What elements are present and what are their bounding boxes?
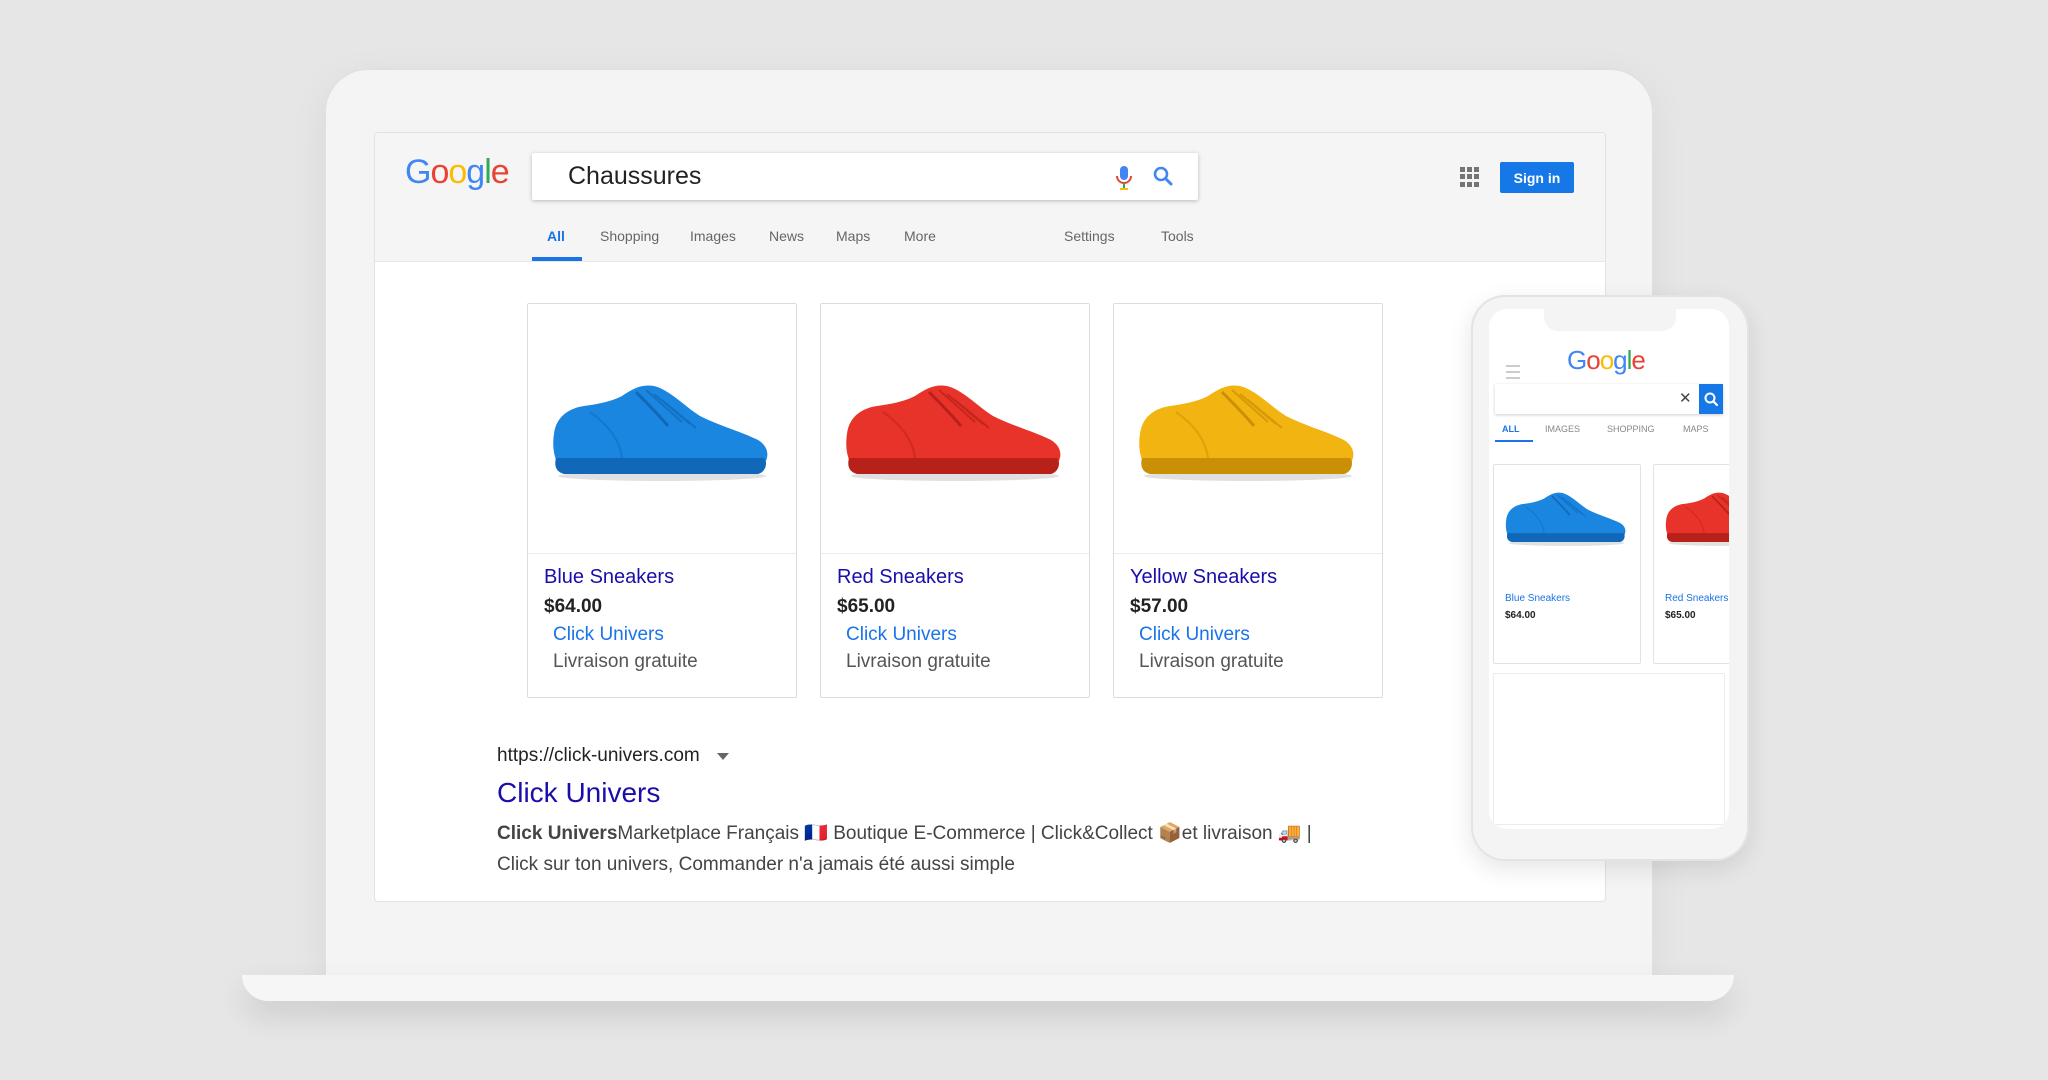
product-image[interactable] [1114, 304, 1382, 554]
product-card[interactable]: Blue Sneakers $64.00 Click Univers Livra… [527, 303, 797, 698]
mobile-tab-all[interactable]: ALL [1502, 424, 1520, 434]
product-title[interactable]: Yellow Sneakers [1130, 566, 1277, 589]
mobile-tab-images[interactable]: IMAGES [1545, 424, 1580, 434]
mobile-search-box[interactable]: ✕ [1495, 384, 1723, 414]
product-shipping: Livraison gratuite [846, 651, 991, 672]
mobile-product-price: $65.00 [1665, 610, 1696, 621]
mobile-product-title[interactable]: Blue Sneakers [1505, 593, 1570, 604]
result-title-link[interactable]: Click Univers [497, 777, 660, 809]
tab-shopping[interactable]: Shopping [600, 228, 659, 244]
product-price: $65.00 [837, 596, 896, 617]
product-image[interactable] [528, 304, 796, 554]
product-shipping: Livraison gratuite [553, 651, 698, 672]
menu-icon[interactable] [1506, 365, 1520, 379]
product-price: $64.00 [544, 596, 603, 617]
mobile-tab-shopping[interactable]: SHOPPING [1607, 424, 1655, 434]
tab-more[interactable]: More [904, 228, 936, 244]
product-store[interactable]: Click Univers [553, 624, 664, 646]
result-snippet: Click UniversMarketplace Français 🇫🇷 Bou… [497, 818, 1377, 880]
tab-images[interactable]: Images [690, 228, 736, 244]
result-url[interactable]: https://click-univers.com [497, 745, 700, 767]
search-input[interactable]: Chaussures [568, 162, 701, 191]
active-tab-indicator [532, 257, 582, 261]
snippet-line-2: Click sur ton univers, Commander n'a jam… [497, 854, 1015, 875]
sign-in-button[interactable]: Sign in [1500, 162, 1574, 193]
phone-frame: Google ✕ ALL IMAGES SHOPPING MAPS Blue S… [1471, 295, 1749, 861]
phone-notch [1544, 309, 1676, 331]
laptop-base [242, 975, 1734, 1001]
sneaker-image [1665, 492, 1729, 546]
sneaker-image [846, 385, 1061, 481]
product-card[interactable]: Yellow Sneakers $57.00 Click Univers Liv… [1113, 303, 1383, 698]
product-card[interactable]: Red Sneakers $65.00 Click Univers Livrai… [820, 303, 1090, 698]
search-icon[interactable] [1151, 164, 1175, 188]
product-title[interactable]: Blue Sneakers [544, 566, 674, 589]
tab-settings[interactable]: Settings [1064, 228, 1115, 244]
search-header: Google Chaussures Sign in All Shopping I… [375, 133, 1605, 262]
mobile-product-title[interactable]: Red Sneakers [1665, 593, 1728, 604]
sneaker-image [1505, 492, 1626, 546]
microphone-icon[interactable] [1114, 165, 1134, 191]
product-price: $57.00 [1130, 596, 1189, 617]
google-logo[interactable]: Google [405, 153, 510, 192]
google-logo-mobile[interactable]: Google [1567, 345, 1646, 376]
apps-grid-icon[interactable] [1460, 167, 1480, 187]
product-title[interactable]: Red Sneakers [837, 566, 964, 589]
tab-maps[interactable]: Maps [836, 228, 870, 244]
clear-icon[interactable]: ✕ [1679, 389, 1692, 407]
sneaker-image [553, 385, 768, 481]
mobile-product-price: $64.00 [1505, 610, 1536, 621]
dropdown-arrow-icon[interactable] [717, 753, 729, 760]
mobile-product-card[interactable]: Blue Sneakers $64.00 [1493, 464, 1641, 664]
product-store[interactable]: Click Univers [846, 624, 957, 646]
search-box[interactable]: Chaussures [532, 153, 1198, 200]
search-icon [1704, 392, 1719, 407]
snippet-line-1: Marketplace Français 🇫🇷 Boutique E-Comme… [617, 823, 1312, 844]
sneaker-image [1139, 385, 1354, 481]
tab-news[interactable]: News [769, 228, 804, 244]
mobile-active-tab-indicator [1495, 440, 1533, 442]
product-shipping: Livraison gratuite [1139, 651, 1284, 672]
browser-screen: Google Chaussures Sign in All Shopping I… [374, 132, 1606, 902]
product-image[interactable] [821, 304, 1089, 554]
mobile-tab-maps[interactable]: MAPS [1683, 424, 1709, 434]
snippet-bold: Click Univers [497, 823, 618, 844]
tab-tools[interactable]: Tools [1161, 228, 1194, 244]
mobile-search-button[interactable] [1699, 384, 1723, 414]
tab-all[interactable]: All [547, 228, 565, 244]
product-store[interactable]: Click Univers [1139, 624, 1250, 646]
phone-screen: Google ✕ ALL IMAGES SHOPPING MAPS Blue S… [1489, 309, 1729, 829]
mobile-product-card[interactable]: Red Sneakers $65.00 [1653, 464, 1729, 664]
mobile-result-placeholder [1493, 673, 1725, 825]
